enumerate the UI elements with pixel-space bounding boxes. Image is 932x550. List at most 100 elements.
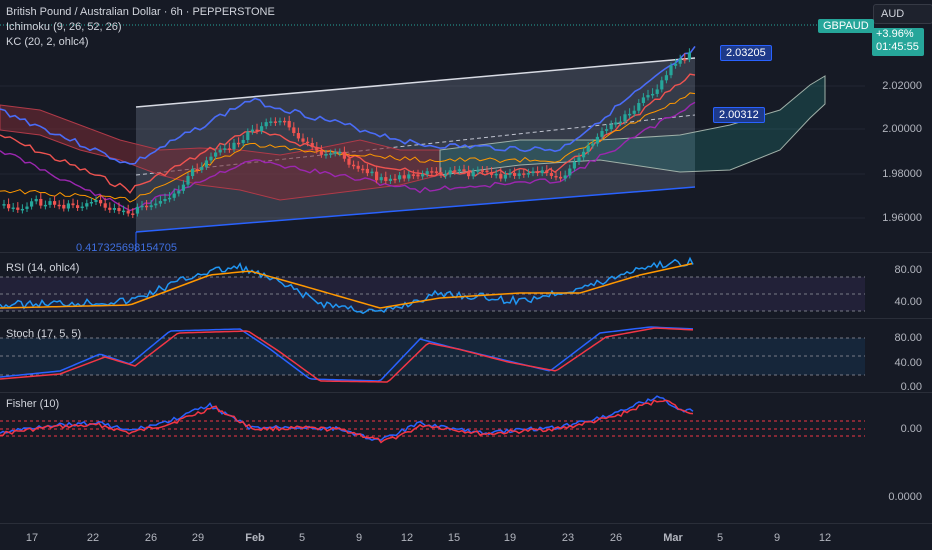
rsi-pane[interactable] [0, 253, 865, 318]
candle-body [94, 199, 98, 202]
candle-body [62, 204, 66, 209]
stoch-canvas[interactable] [0, 319, 865, 392]
rsi-legend[interactable]: RSI (14, ohlc4) [6, 262, 79, 274]
candle-body [34, 198, 38, 202]
candle-body [255, 129, 259, 132]
candle-body [467, 171, 471, 177]
candle-body [352, 164, 356, 167]
candle-body [246, 131, 250, 140]
candle-body [480, 170, 484, 172]
time-tick: 12 [818, 532, 832, 544]
price-chart-canvas[interactable] [0, 0, 865, 252]
candle-body [411, 174, 415, 176]
candle-body [476, 170, 480, 172]
time-tick-month: Feb [245, 532, 265, 544]
candle-body [490, 172, 494, 175]
candle-body [545, 170, 549, 174]
candle-body [614, 122, 618, 125]
candle-body [632, 110, 636, 114]
price-tick: 2.02000 [882, 80, 922, 92]
candle-body [641, 97, 645, 104]
candle-body [618, 121, 622, 124]
candle-body [168, 197, 172, 200]
candle-body [559, 176, 563, 179]
candle-body [531, 171, 535, 174]
candle-body [669, 65, 673, 76]
candle-body [549, 173, 553, 176]
candle-body [89, 201, 93, 204]
rsi-tick: 80.00 [894, 264, 922, 276]
upper-callout-label[interactable]: 2.03205 [720, 45, 772, 61]
candle-body [393, 178, 397, 181]
candle-body [122, 210, 126, 213]
fisher-pane[interactable] [0, 393, 865, 523]
candle-body [306, 141, 310, 144]
fisher-canvas[interactable] [0, 393, 865, 523]
candle-body [591, 143, 595, 146]
candle-body [108, 207, 112, 210]
stoch-pane[interactable] [0, 319, 865, 392]
candle-body [434, 171, 438, 173]
candle-body [177, 190, 181, 194]
candle-body [522, 173, 526, 175]
candle-body [379, 177, 383, 181]
ichimoku-legend[interactable]: Ichimoku (9, 26, 52, 26) [6, 21, 122, 33]
candle-body [398, 175, 402, 180]
fisher-tick: 0.0000 [888, 491, 922, 503]
candle-body [191, 168, 195, 177]
candle-body [563, 175, 567, 179]
candle-body [494, 173, 498, 176]
lower-callout-label[interactable]: 2.00312 [713, 107, 765, 123]
candle-body [158, 201, 162, 204]
candle-body [628, 113, 632, 116]
time-tick: 29 [191, 532, 205, 544]
time-tick: 23 [561, 532, 575, 544]
candle-body [76, 205, 80, 208]
candle-body [260, 126, 264, 132]
candle-body [48, 201, 52, 205]
candle-body [655, 89, 659, 94]
candle-body [660, 80, 664, 90]
candle-body [223, 148, 227, 150]
candle-body [605, 129, 609, 131]
change-percent: +3.96% [876, 28, 914, 40]
candle-body [365, 168, 369, 174]
candle-body [287, 120, 291, 128]
candle-body [204, 160, 208, 167]
candle-body [43, 204, 47, 207]
symbol-title: British Pound / Australian Dollar · 6h ·… [6, 6, 275, 18]
main-chart-pane[interactable] [0, 0, 865, 252]
candle-body [57, 204, 61, 207]
time-tick: 9 [773, 532, 781, 544]
stoch-legend[interactable]: Stoch (17, 5, 5) [6, 328, 81, 340]
candle-body [11, 207, 15, 210]
candle-body [361, 168, 365, 171]
candle-body [439, 172, 443, 175]
rsi-axis[interactable]: 80.00 40.00 [865, 253, 932, 318]
fisher-legend[interactable]: Fisher (10) [6, 398, 59, 410]
candle-body [600, 130, 604, 137]
price-tick: 1.98000 [882, 168, 922, 180]
price-tick: 1.96000 [882, 212, 922, 224]
currency-button[interactable]: AUD [873, 4, 932, 24]
kc-legend[interactable]: KC (20, 2, ohlc4) [6, 36, 89, 48]
candle-body [200, 166, 204, 170]
fisher-tick: 0.00 [900, 423, 922, 435]
symbol-price-tag: GBPAUD [818, 19, 874, 33]
stoch-axis[interactable]: 80.00 40.00 0.00 [865, 319, 932, 393]
candle-body [503, 174, 507, 179]
candle-body [430, 171, 434, 173]
fisher-axis[interactable]: 0.00 0.0000 [865, 393, 932, 523]
candle-body [388, 178, 392, 181]
candle-body [269, 121, 273, 123]
time-tick-month: Mar [663, 532, 683, 544]
candle-body [375, 171, 379, 181]
candle-body [536, 171, 540, 174]
candle-body [163, 198, 167, 202]
candle-body [407, 174, 411, 179]
candle-body [444, 174, 448, 176]
rsi-canvas[interactable] [0, 253, 865, 318]
time-axis[interactable] [0, 524, 865, 550]
candle-body [586, 145, 590, 152]
time-tick: 15 [447, 532, 461, 544]
